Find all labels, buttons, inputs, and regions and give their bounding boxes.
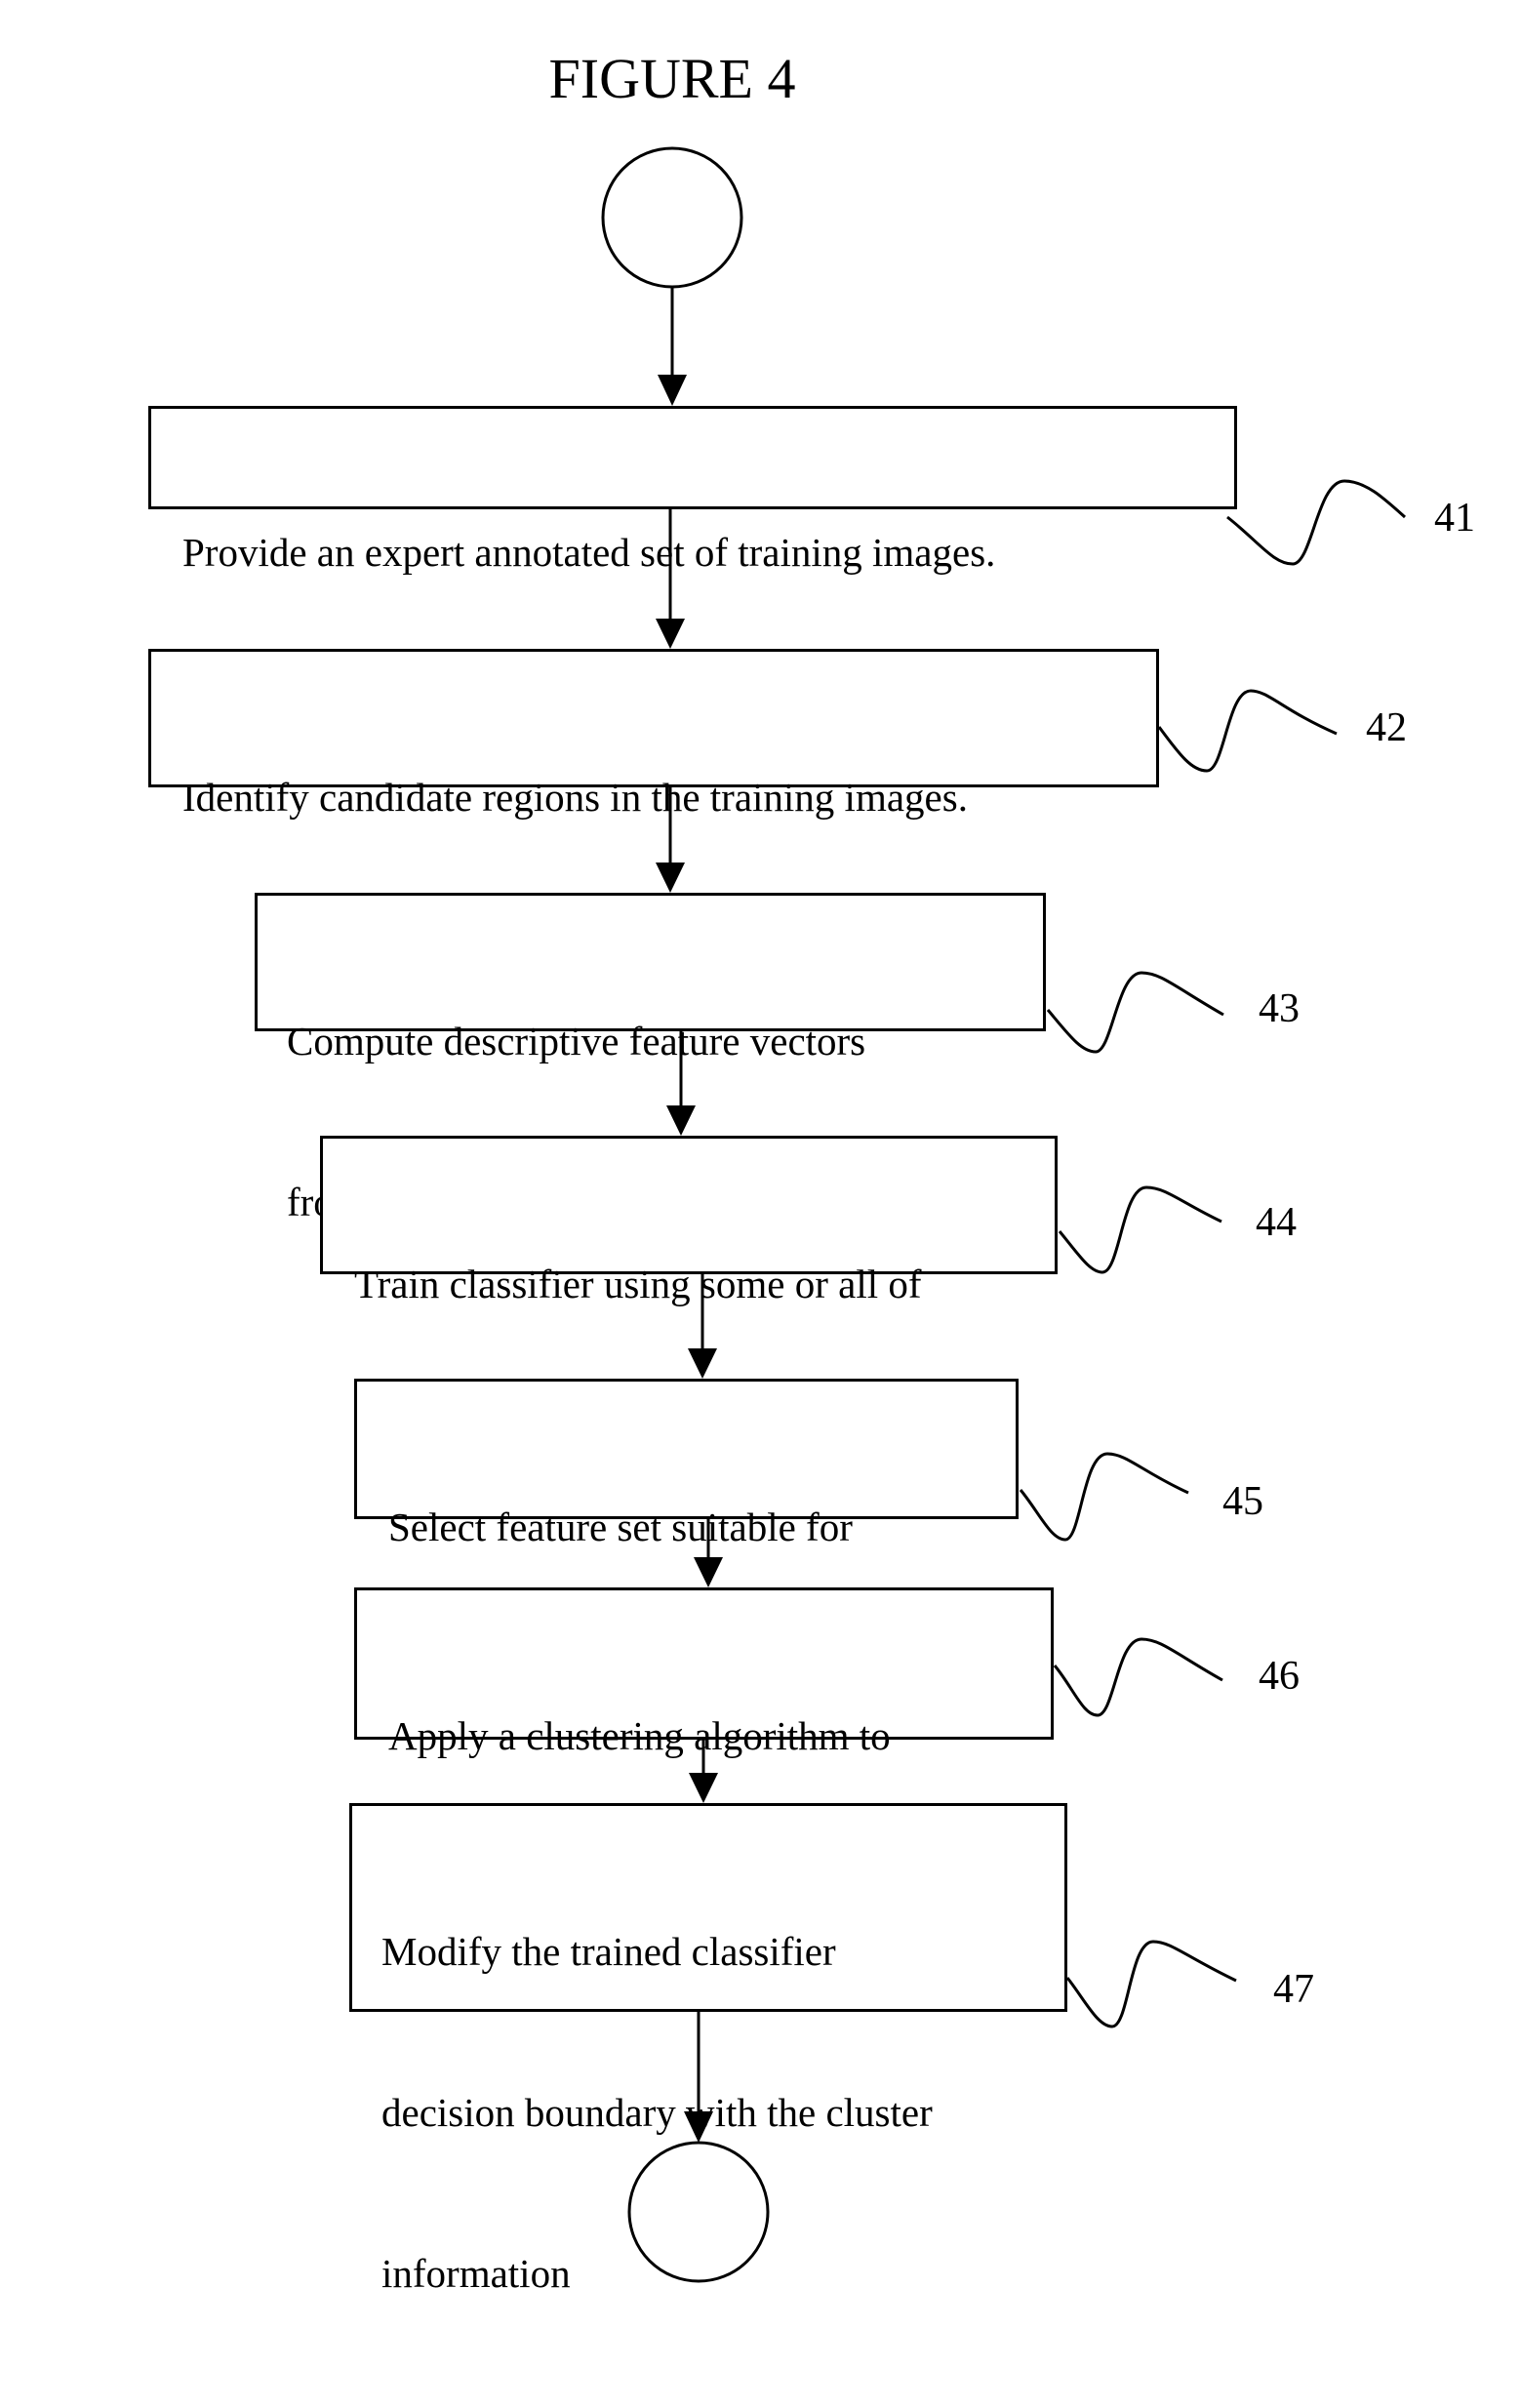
step-text-47: Modify the trained classifier decision b… — [381, 1818, 933, 2408]
step-text-41: Provide an expert annotated set of train… — [182, 419, 995, 687]
step-line: Provide an expert annotated set of train… — [182, 530, 996, 575]
leader-line-45 — [1019, 1452, 1189, 1542]
step-line: Modify the trained classifier — [381, 1929, 836, 1974]
leader-line-43 — [1046, 971, 1224, 1054]
ref-numeral-46: 46 — [1259, 1654, 1300, 1699]
step-text-42: Identify candidate regions in the traini… — [182, 663, 968, 932]
arrowhead-icon — [658, 375, 687, 406]
step-box-44: Train classifier using some or all of th… — [320, 1136, 1058, 1467]
step-box-45: Select feature set suitable for clusteri… — [354, 1379, 1019, 1710]
step-line: Compute descriptive feature vectors — [287, 1019, 866, 1064]
step-box-46: Apply a clustering algorithm to another … — [354, 1587, 1054, 1919]
leader-line-44 — [1058, 1185, 1222, 1274]
step-line: information — [381, 2251, 571, 2296]
leader-line-46 — [1053, 1637, 1223, 1717]
step-line: Train classifier using some or all of — [354, 1262, 922, 1306]
start-circle — [601, 146, 743, 289]
leader-line-47 — [1065, 1940, 1237, 2028]
leader-line-41 — [1226, 479, 1407, 566]
connector-start-41 — [658, 287, 687, 406]
step-line: decision boundary with the cluster — [381, 2090, 933, 2135]
ref-numeral-47: 47 — [1273, 1967, 1314, 2012]
step-line: Apply a clustering algorithm to — [388, 1713, 891, 1758]
step-line: Identify candidate regions in the traini… — [182, 775, 968, 820]
ref-numeral-45: 45 — [1222, 1479, 1263, 1524]
ref-numeral-42: 42 — [1366, 705, 1407, 750]
step-line: Select feature set suitable for — [388, 1505, 853, 1549]
ref-numeral-43: 43 — [1259, 986, 1300, 1031]
step-box-47: Modify the trained classifier decision b… — [349, 1803, 1067, 2296]
step-box-42: Identify candidate regions in the traini… — [148, 649, 1159, 820]
leader-line-42 — [1157, 689, 1338, 773]
step-box-41: Provide an expert annotated set of train… — [148, 406, 1237, 575]
step-box-43: Compute descriptive feature vectors from… — [255, 893, 1046, 1224]
ref-numeral-41: 41 — [1434, 496, 1475, 541]
ref-numeral-44: 44 — [1256, 1200, 1297, 1245]
